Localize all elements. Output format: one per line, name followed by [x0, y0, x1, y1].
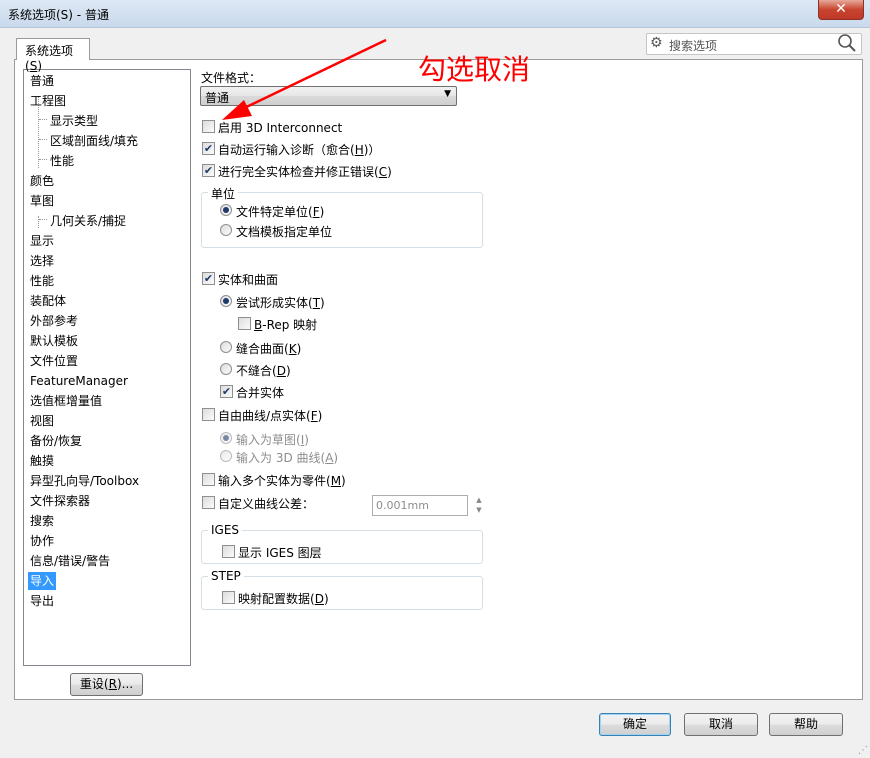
resize-grip-icon[interactable]: ⋰ — [858, 745, 868, 756]
ok-button[interactable]: 确定 — [599, 713, 671, 736]
help-button[interactable]: 帮助 — [769, 713, 843, 736]
cancel-button[interactable]: 取消 — [684, 713, 758, 736]
annotation-arrow — [222, 38, 387, 120]
tab-system-options[interactable]: 系统选项(S) — [16, 38, 90, 73]
